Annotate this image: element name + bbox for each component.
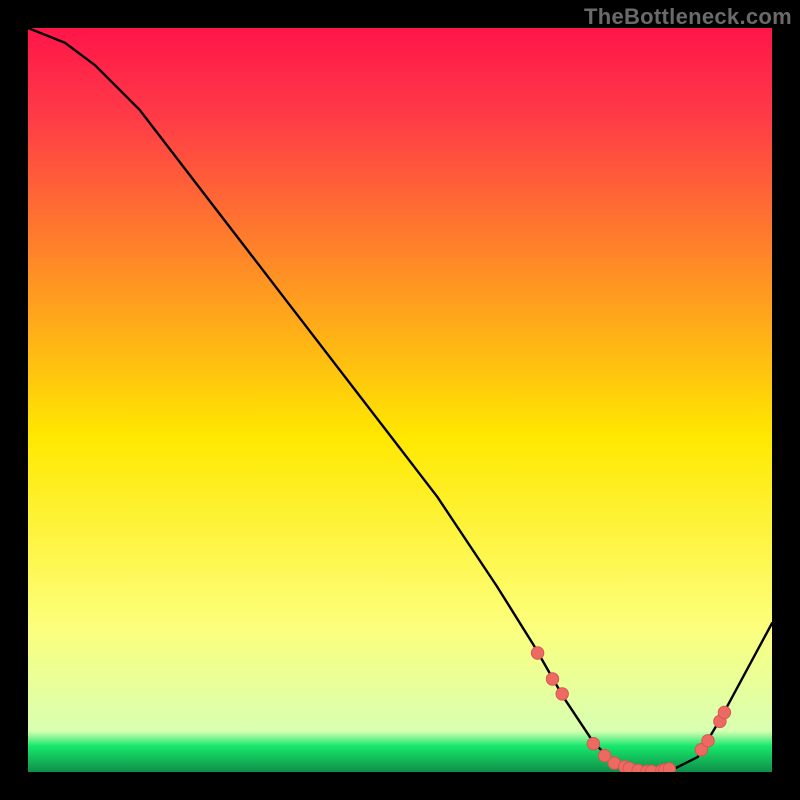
highlight-point [718, 706, 730, 718]
plot-area [28, 28, 772, 772]
markers-layer [28, 28, 772, 772]
highlight-point [556, 688, 568, 700]
highlight-point [531, 647, 543, 659]
highlight-point [663, 763, 675, 772]
highlight-point [702, 735, 714, 747]
plot-frame [26, 26, 774, 774]
highlight-point [587, 738, 599, 750]
watermark-text: TheBottleneck.com [584, 4, 792, 30]
chart-stage: TheBottleneck.com [0, 0, 800, 800]
highlight-point [546, 673, 558, 685]
